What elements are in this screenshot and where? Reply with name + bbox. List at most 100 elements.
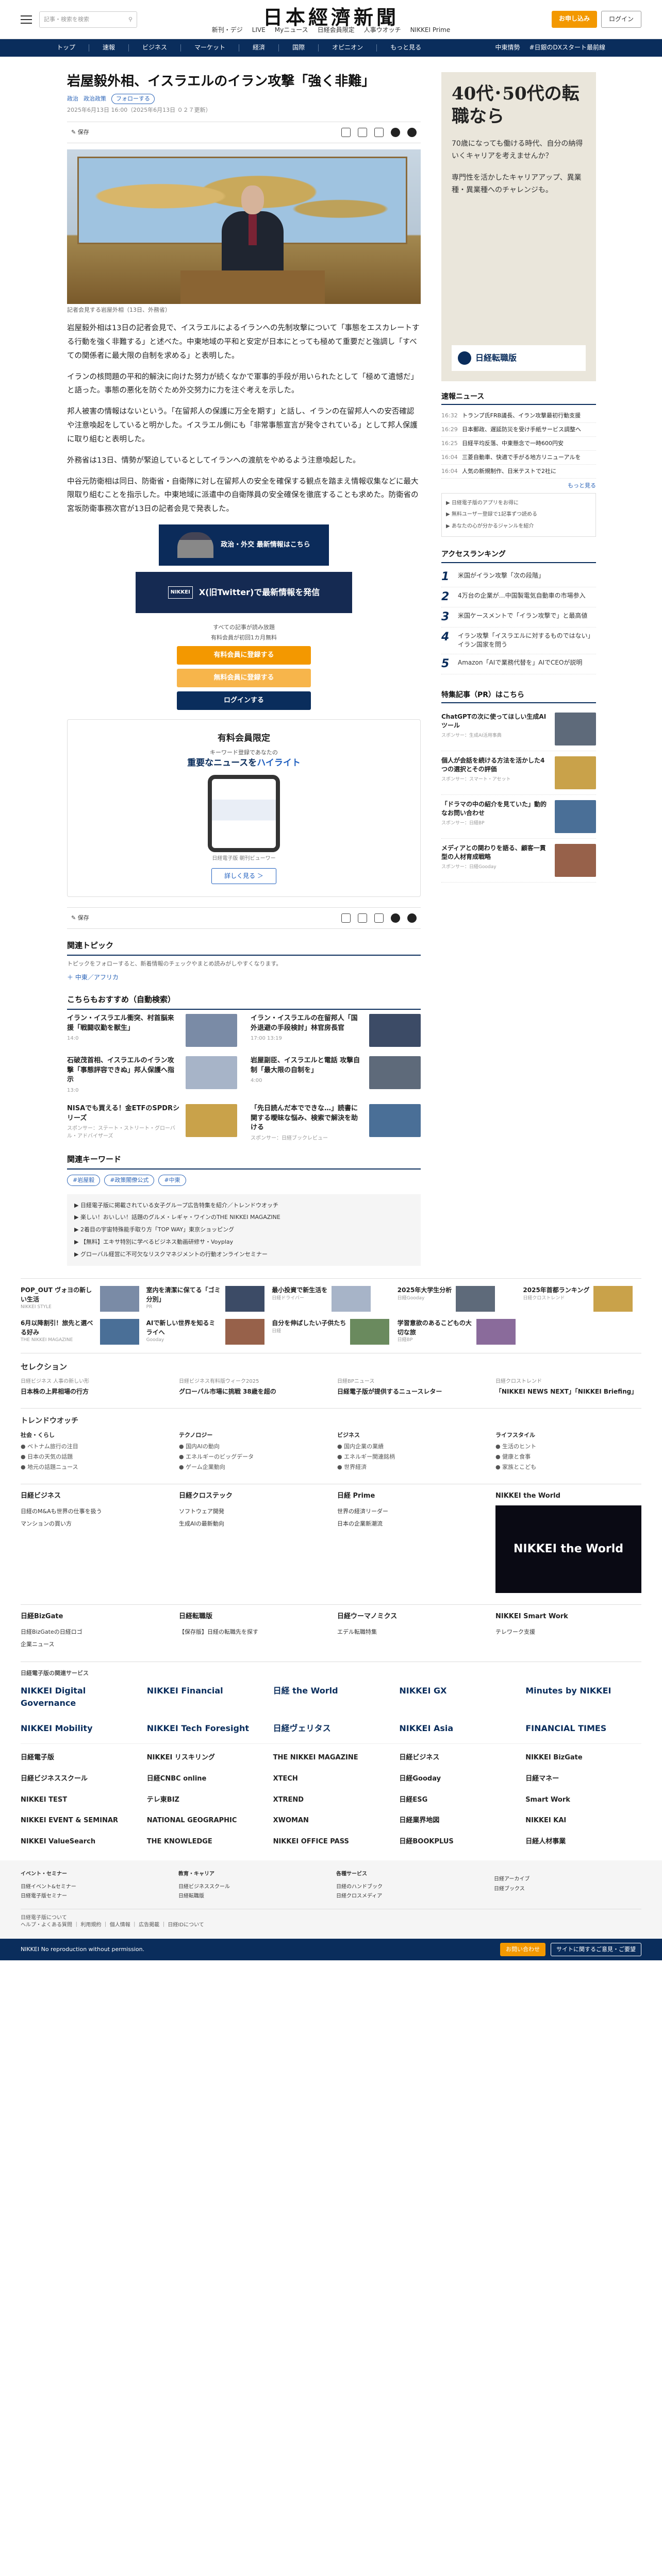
register-paid-button[interactable]: 有料会員に登録する [177,646,311,665]
promo-more-button[interactable]: 詳しく見る ＞ [211,868,276,884]
product-heading[interactable]: 日経クロステック [179,1492,325,1501]
follow-button[interactable]: フォローする [111,94,155,105]
sidebar-link[interactable]: ▶ 無料ユーザー登録で1記事ずつ読める [446,509,591,521]
service-logo[interactable]: 日経CNBC online [147,1774,263,1784]
ad-link[interactable]: ▶ 【無料】エキサ特別に学べるビジネス動画研修サ・Voyplay [74,1236,413,1248]
service-logo[interactable]: 日経業界地図 [399,1816,515,1826]
save-button[interactable]: ✎ 保存 [71,914,89,922]
selection-item[interactable]: 日経ビジネス有料版ウィーク2025 グローバル市場に挑戦 38歳を超の [179,1378,325,1397]
service-logo[interactable]: THE KNOWLEDGE [147,1837,263,1847]
login-button[interactable]: ログイン [601,10,641,28]
recommend-item[interactable]: 「先日読んだ本でできな…」読書に関する曖昧な悩み、検索で解決を助ける スポンサー：… [251,1104,421,1143]
service-logo[interactable]: THE NIKKEI MAGAZINE [273,1753,389,1763]
service-logo[interactable]: NIKKEI リスキリング [147,1753,263,1763]
product-heading[interactable]: NIKKEI the World [495,1492,641,1501]
service-logo[interactable]: XTREND [273,1795,389,1805]
service-logo[interactable]: 日経 the World [273,1685,389,1708]
nav-item[interactable]: もっと見る [390,43,421,52]
nav-item[interactable]: トップ [57,43,75,52]
ranking-item[interactable]: 2 4万台の企業が…中国製電気自動車の市場参入 [441,587,596,607]
service-logo[interactable]: NIKKEI Digital Governance [21,1685,137,1708]
trend-link[interactable]: ● ゲーム企業動向 [179,1462,325,1472]
news-more-link[interactable]: もっと見る [441,482,596,490]
trend-link[interactable]: ● 家族とこども [495,1462,641,1472]
service-logo[interactable]: NIKKEI TEST [21,1795,137,1805]
service-logo[interactable]: 日経ビジネス [399,1753,515,1763]
footer-link[interactable]: 日経転職版 [178,1892,326,1902]
trend-link[interactable]: ● ベトナム旅行の注目 [21,1442,167,1452]
sidebar-ad[interactable]: 40代･50代の転職なら 70歳になっても働ける時代、自分の納得いくキャリアを考… [441,72,596,381]
trend-link[interactable]: ● 国内AIの動向 [179,1442,325,1452]
feature-item[interactable]: 個人が会話を続ける方法を活かした4つの選択とその評価 スポンサー：スマート・アセッ… [441,751,596,795]
nav-topic[interactable]: #日銀のDXスタート最前線 [529,43,605,52]
strip-item[interactable]: 6月以降割引！旅先と選べる好み THE NIKKEI MAGAZINE [21,1319,139,1345]
service-logo[interactable]: NIKKEI Tech Foresight [147,1722,263,1734]
product-link[interactable]: 【保存版】日経の転職先を探す [179,1626,325,1638]
feature-item[interactable]: ChatGPTの次に使ってほしい生成AIツール スポンサー：生成AI活用事典 [441,707,596,751]
strip-item[interactable]: POP_OUT ヴォヨの新しい生活 NIKKEI STYLE [21,1286,139,1312]
trend-link[interactable]: ● エネルギーのビッグデータ [179,1452,325,1462]
service-logo[interactable]: 日経ビジネススクール [21,1774,137,1784]
ad-link[interactable]: ▶ 楽しい！おいしい！話題のグルメ・レギャ・ワインのTHE NIKKEI MAG… [74,1211,413,1224]
recommend-item[interactable]: イラン・イスラエルの在留邦人「国外退避の手段検討」林官房長官 17:00 13:1… [251,1013,421,1047]
subnav-item[interactable]: 新刊・デジ [212,26,243,35]
print-icon[interactable] [341,913,351,923]
strip-item[interactable]: 室内を清潔に保てる「ゴミ分別」 PR [146,1286,265,1312]
product-link[interactable]: 企業ニュース [21,1638,167,1651]
tag-link[interactable]: 政治政策 [84,95,106,103]
product-link[interactable]: 日本の企業新潮流 [337,1518,483,1530]
strip-item[interactable]: 自分を伸ばしたい子供たち 日経 [272,1319,390,1345]
subscribe-button[interactable]: お申し込み [551,10,597,28]
service-logo[interactable]: NIKKEI Mobility [21,1722,137,1734]
ad-link[interactable]: ▶ 日経電子版に掲載されている女子グループ広告特集を紹介／トレンドウオッチ [74,1199,413,1212]
service-logo[interactable]: 日経ヴェリタス [273,1722,389,1734]
ranking-item[interactable]: 1 米国がイラン攻撃「次の段階」 [441,567,596,587]
nav-topic[interactable]: 中東情勢 [495,43,520,52]
footer-link[interactable]: 日経ブックス [494,1885,641,1894]
recommend-item[interactable]: 岩屋副臣、イスラエルと電話 攻撃自制「最大限の自制を」 4:00 [251,1056,421,1095]
recommend-item[interactable]: イラン・イスラエル衝突、村首脳来援「戦闘収勤を獣生」 14:0 [67,1013,237,1047]
product-heading[interactable]: NIKKEI Smart Work [495,1612,641,1622]
trend-link[interactable]: ● 国内企業の業績 [337,1442,483,1452]
service-logo[interactable]: NIKKEI EVENT & SEMINAR [21,1816,137,1826]
nav-item[interactable]: オピニオン [332,43,363,52]
product-link[interactable]: 生成AIの最新動向 [179,1518,325,1530]
subnav-item[interactable]: 日経会員限定 [318,26,355,35]
feedback-button[interactable]: サイトに関するご意見・ご要望 [551,1942,641,1956]
nav-item[interactable]: マーケット [194,43,225,52]
strip-item[interactable] [523,1319,641,1345]
gift-icon[interactable] [374,128,384,138]
footer-link[interactable]: 日経アーカイブ [494,1875,641,1885]
search-input[interactable]: 記事・検索を検索 ⚲ [39,11,137,28]
news-item[interactable]: 16:29 日本郵政、遅延防災を受け手紙サービス調整へ [441,423,596,437]
product-link[interactable]: 世界の経済リーダー [337,1505,483,1518]
trend-link[interactable]: ● 生活のヒント [495,1442,641,1452]
keyword-tag[interactable]: #政策閣僚公式 [104,1174,155,1186]
menu-icon[interactable] [21,15,32,24]
trend-link[interactable]: ● 地元の話題ニュース [21,1462,167,1472]
subnav-item[interactable]: NIKKEI Prime [410,26,451,35]
related-topic-link[interactable]: ＋ 中東／アフリカ [67,973,421,982]
trend-link[interactable]: ● 世界経済 [337,1462,483,1472]
strip-item[interactable]: 2025年大学生分析 日経Gooday [398,1286,516,1312]
keyword-tag[interactable]: #岩屋毅 [67,1174,101,1186]
service-logo[interactable]: XWOMAN [273,1816,389,1826]
service-logo[interactable]: 日経人材事業 [525,1837,641,1847]
strip-item[interactable]: 学習意欲のあるこどもの大切な旅 日経BP [398,1319,516,1345]
service-logo[interactable]: 日経マネー [525,1774,641,1784]
service-logo[interactable]: テレ東BIZ [147,1795,263,1805]
service-logo[interactable]: NIKKEI Asia [399,1722,515,1734]
the-world-banner[interactable]: NIKKEI the World [495,1505,641,1593]
keyword-tag[interactable]: #中東 [158,1174,186,1186]
news-item[interactable]: 16:04 人気の新規制作、日米テストで2社に [441,465,596,479]
footer-links[interactable]: ヘルプ・よくある質問 ｜ 利用規約 ｜ 個人情報 ｜ 広告掲載 ｜ 日経IDにつ… [21,1922,641,1929]
product-link[interactable]: テレワーク支援 [495,1626,641,1638]
footer-link[interactable]: 日経クロスメディア [336,1892,484,1902]
register-free-button[interactable]: 無料会員に登録する [177,668,311,687]
facebook-share-icon[interactable] [407,128,417,138]
trend-link[interactable]: ● 日本の天気の話題 [21,1452,167,1462]
print-icon[interactable] [341,128,351,138]
nav-item[interactable]: 国際 [292,43,305,52]
login-paywall-button[interactable]: ログインする [177,691,311,710]
contact-button[interactable]: お問い合わせ [500,1942,545,1956]
